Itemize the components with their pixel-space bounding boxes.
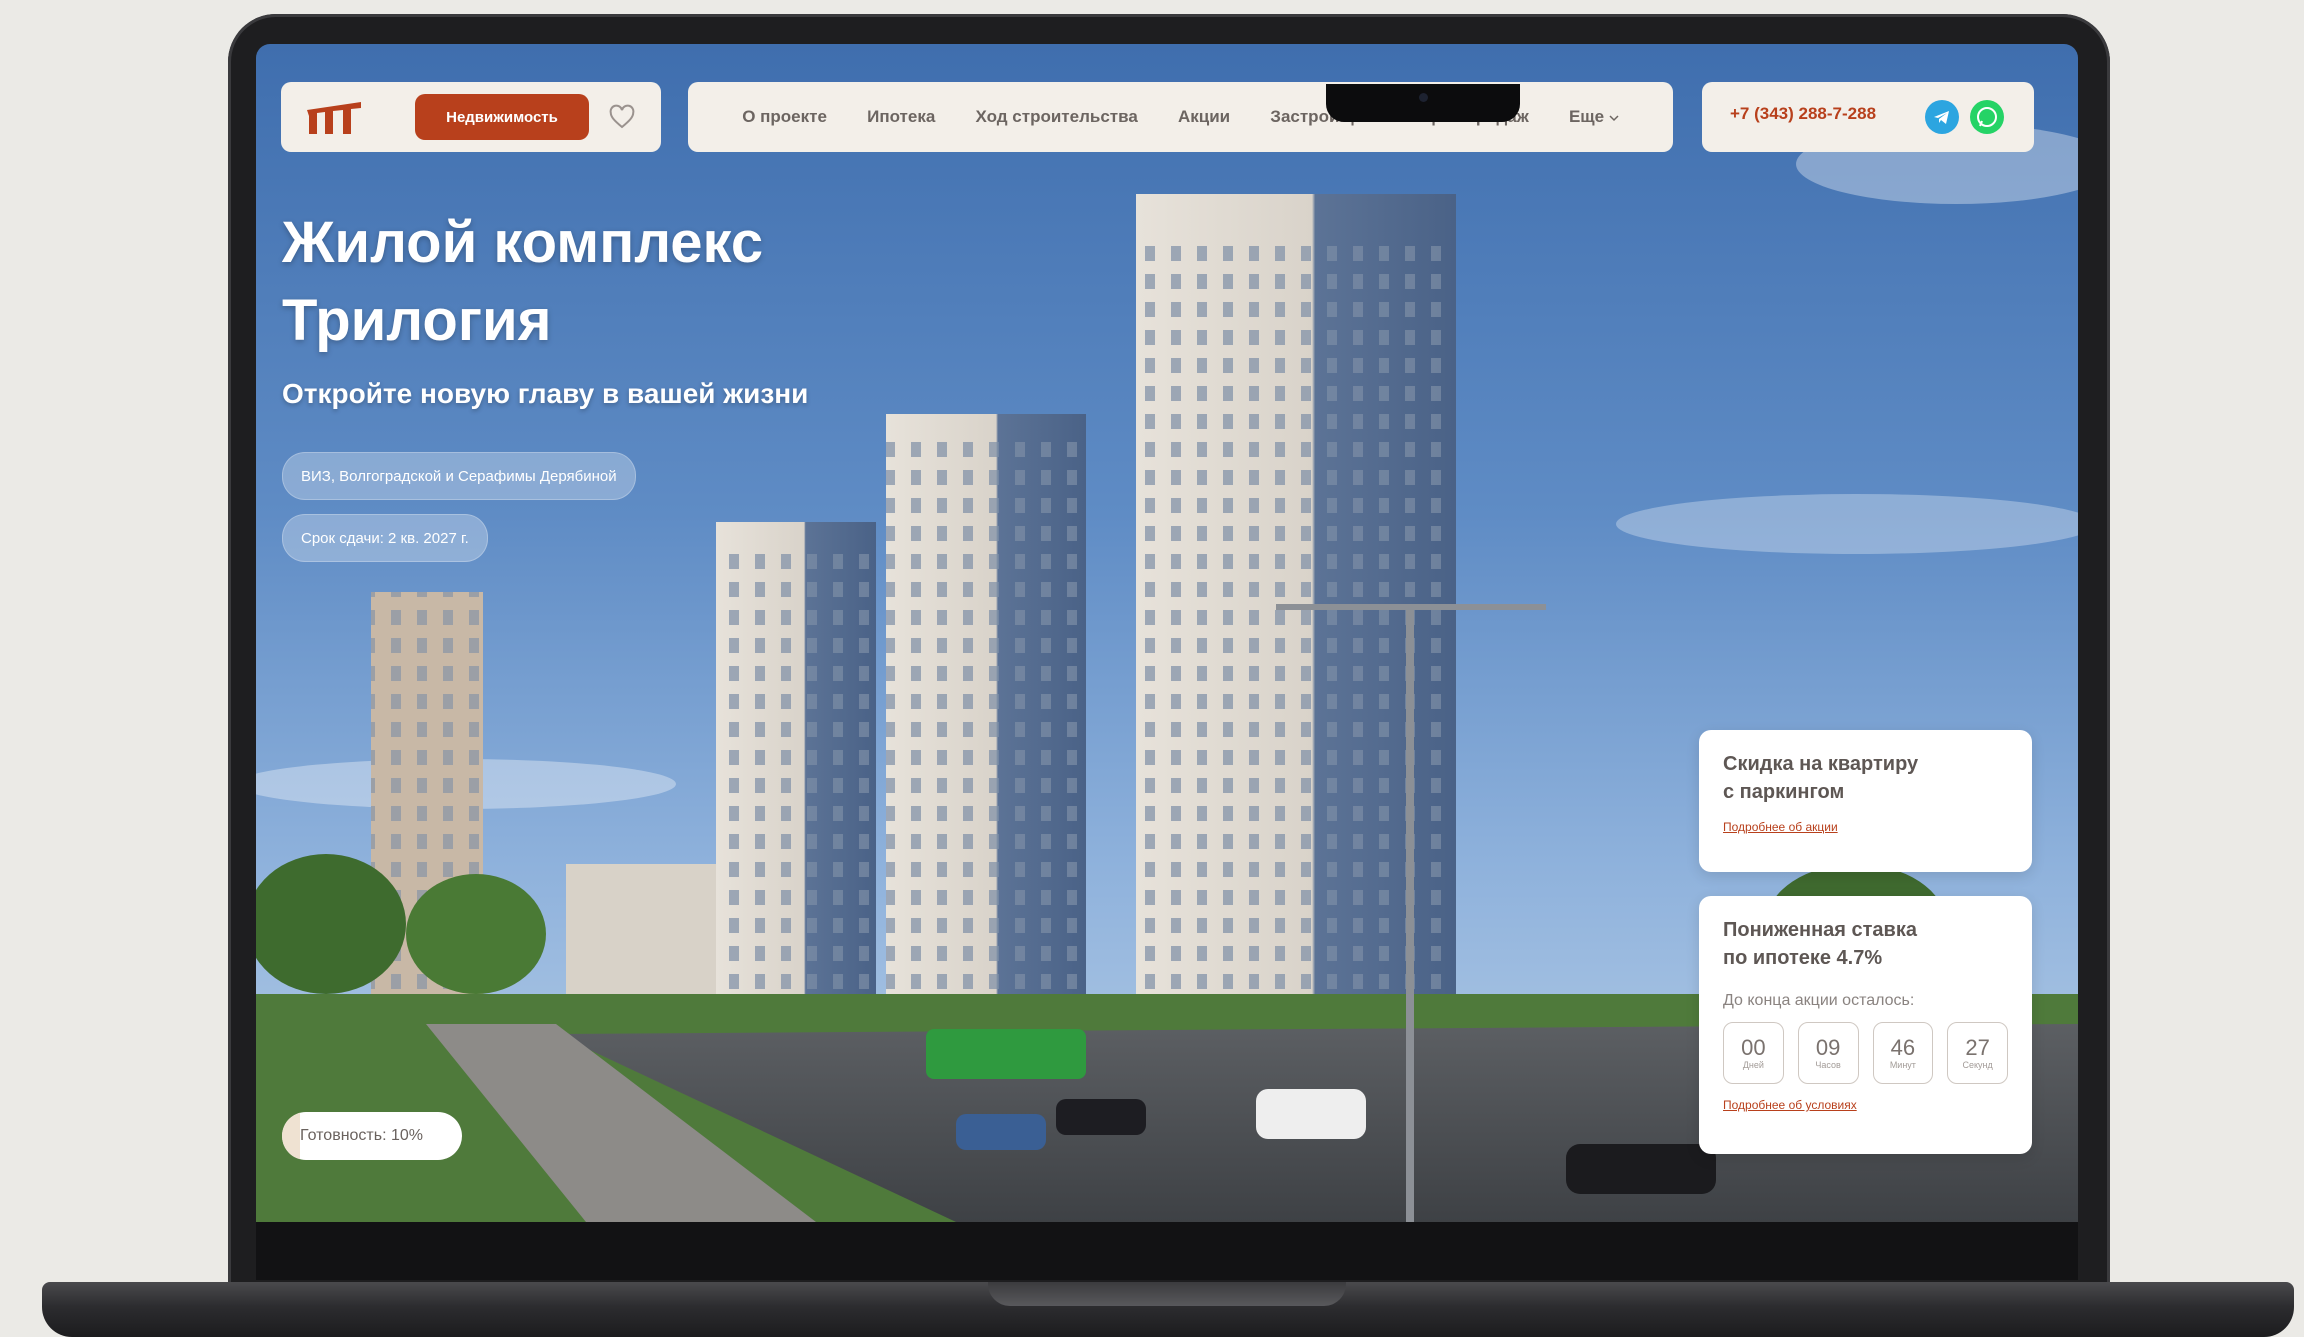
camera-icon (1419, 93, 1428, 102)
hero-title: Жилой комплекс Трилогия (282, 204, 982, 360)
readiness-progress-fill (282, 1112, 300, 1160)
logo-icon[interactable] (303, 98, 365, 138)
countdown-seconds: 27 Секунд (1947, 1022, 2008, 1084)
promo-mortgage-title-line1: Пониженная ставка (1723, 919, 1917, 941)
main-nav: О проекте Ипотека Ход строительства Акци… (688, 82, 1673, 152)
telegram-icon[interactable] (1925, 100, 1959, 134)
header-contact-bar: +7 (343) 288-7-288 (1702, 82, 2034, 152)
camera-notch (1326, 84, 1520, 122)
nav-item-mortgage[interactable]: Ипотека (867, 107, 935, 127)
phone-link[interactable]: +7 (343) 288-7-288 (1730, 104, 1876, 124)
header-brand-bar: Недвижимость (281, 82, 661, 152)
promo-card-mortgage[interactable]: Пониженная ставка по ипотеке 4.7% До кон… (1699, 896, 2032, 1154)
countdown-unit: Минут (1889, 1059, 1916, 1070)
laptop-bezel (256, 1222, 2078, 1280)
realty-button[interactable]: Недвижимость (415, 94, 589, 140)
promo-mortgage-link[interactable]: Подробнее об условиях (1723, 1098, 2008, 1112)
hero-subtitle: Откройте новую главу в вашей жизни (282, 378, 809, 409)
readiness-label: Готовность: 10% (300, 1127, 423, 1144)
countdown-days: 00 Дней (1723, 1022, 1784, 1084)
promo-parking-title: Скидка на квартиру с паркингом (1723, 750, 2008, 806)
promo-parking-link[interactable]: Подробнее об акции (1723, 820, 2008, 834)
nav-item-more[interactable]: Еще (1569, 107, 1619, 127)
countdown-timer: 00 Дней 09 Часов 46 Минут 27 Секунд (1723, 1022, 2008, 1084)
nav-item-construction[interactable]: Ход строительства (976, 107, 1138, 127)
deadline-pill: Срок сдачи: 2 кв. 2027 г. (282, 514, 488, 562)
countdown-value: 09 (1815, 1034, 1841, 1060)
promo-mortgage-title: Пониженная ставка по ипотеке 4.7% (1723, 916, 2008, 972)
laptop-hinge (988, 1282, 1346, 1306)
countdown-value: 27 (1965, 1034, 1990, 1060)
address-pill: ВИЗ, Волгоградской и Серафимы Дерябиной (282, 452, 636, 500)
hero-title-line2: Трилогия (282, 288, 552, 353)
whatsapp-icon[interactable] (1970, 100, 2004, 134)
heart-icon[interactable] (607, 102, 637, 132)
countdown-value: 00 (1741, 1034, 1766, 1060)
countdown-label: До конца акции осталось: (1723, 992, 1915, 1009)
nav-item-more-label: Еще (1568, 107, 1605, 126)
countdown-unit: Секунд (1962, 1059, 1993, 1070)
promo-mortgage-title-line2: по ипотеке 4.7% (1723, 947, 1883, 969)
promo-parking-title-line2: с паркингом (1723, 781, 1845, 803)
countdown-minutes: 46 Минут (1872, 1022, 1934, 1084)
nav-item-about[interactable]: О проекте (742, 107, 827, 127)
promo-parking-title-line1: Скидка на квартиру (1723, 753, 1919, 775)
countdown-value: 46 (1890, 1034, 1916, 1060)
promo-card-parking[interactable]: Скидка на квартиру с паркингом Подробнее… (1699, 730, 2032, 872)
readiness-badge: Готовность: 10% (282, 1112, 462, 1160)
hero-title-line1: Жилой комплекс (282, 210, 764, 275)
countdown-unit: Часов (1815, 1059, 1841, 1070)
screen: Недвижимость О проекте Ипотека Ход строи… (256, 44, 2078, 1222)
chevron-down-icon (1609, 115, 1619, 122)
countdown-hours: 09 Часов (1797, 1022, 1859, 1084)
nav-item-promos[interactable]: Акции (1178, 107, 1230, 127)
countdown-unit: Дней (1742, 1059, 1764, 1070)
